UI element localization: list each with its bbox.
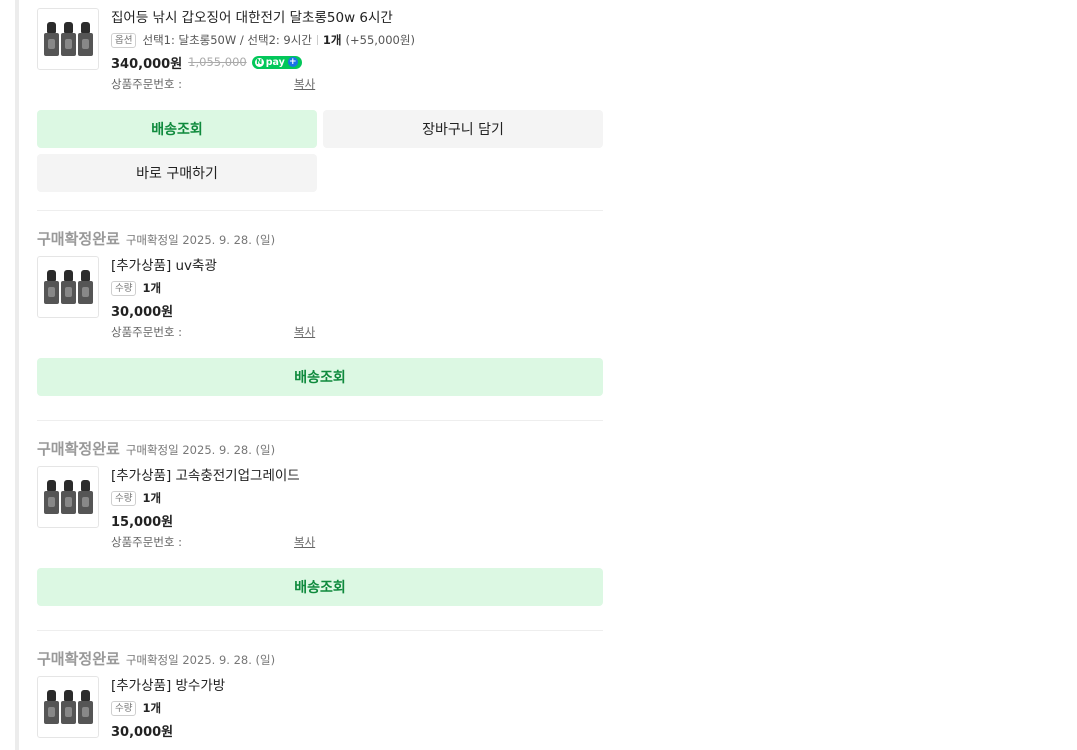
original-price: 1,055,000 [188,55,247,69]
quantity-tag: 수량 [111,700,137,716]
lamp-icon [43,690,59,724]
order-number-label: 상품주문번호 : [111,325,183,339]
lamp-icon [77,22,93,56]
order-item: [추가상품] uv축광 수량 1개 30,000원 상품주문번호 : 복사 [37,256,603,340]
price: 15,000원 [111,514,174,530]
product-thumbnail[interactable] [37,466,99,528]
npay-badge: N pay + [251,55,302,69]
quantity: 1개 [142,491,162,505]
order-status: 구매확정완료 [37,650,120,668]
lamp-icon [60,22,76,56]
lamp-icon [43,22,59,56]
product-thumbnail[interactable] [37,256,99,318]
price: 30,000원 [111,304,174,320]
order-number-row: 상품주문번호 : 복사 [111,534,315,550]
product-info: [추가상품] 고속충전기업그레이드 수량 1개 15,000원 상품주문번호 :… [111,466,315,550]
quantity-tag: 수량 [111,490,137,506]
track-delivery-button[interactable]: 배송조회 [37,358,603,396]
product-name[interactable]: [추가상품] 고속충전기업그레이드 [111,466,315,486]
product-info: 집어등 낚시 갑오징어 대한전기 달초롱50w 6시간 옵션 선택1: 달초롱5… [111,8,415,92]
action-buttons: 배송조회 장바구니 담기 [37,110,603,148]
quantity-row: 수량 1개 [111,488,315,508]
option-text: 선택1: 달초롱50W / 선택2: 9시간 [142,33,312,47]
lamp-icon [43,480,59,514]
order-number-label: 상품주문번호 : [111,535,183,549]
quantity-row: 수량 1개 [111,698,225,718]
option-extra: (+55,000원) [345,33,415,47]
lamp-icon [43,270,59,304]
action-buttons: 배송조회 [37,568,603,606]
quantity-row: 수량 1개 [111,278,315,298]
divider [37,420,603,421]
order-number-label: 상품주문번호 : [111,77,183,91]
track-delivery-button[interactable]: 배송조회 [37,568,603,606]
option-row: 옵션 선택1: 달초롱50W / 선택2: 9시간 1개 (+55,000원) [111,30,415,50]
product-name[interactable]: 집어등 낚시 갑오징어 대한전기 달초롱50w 6시간 [111,8,415,28]
order-list: 집어등 낚시 갑오징어 대한전기 달초롱50w 6시간 옵션 선택1: 달초롱5… [37,0,603,740]
price-row: 340,000원 1,055,000 N pay + [111,53,415,72]
order-status-row: 구매확정완료 구매확정일 2025. 9. 28. (일) [37,438,603,458]
divider [37,630,603,631]
buy-now-button[interactable]: 바로 구매하기 [37,154,317,192]
divider [316,35,318,45]
order-item: 집어등 낚시 갑오징어 대한전기 달초롱50w 6시간 옵션 선택1: 달초롱5… [37,8,603,92]
add-to-cart-button[interactable]: 장바구니 담기 [323,110,603,148]
copy-button[interactable]: 복사 [294,324,315,340]
confirm-date: 구매확정일 2025. 9. 28. (일) [125,443,276,457]
order-number-row: 상품주문번호 : 복사 [111,76,415,92]
order-item: [추가상품] 고속충전기업그레이드 수량 1개 15,000원 상품주문번호 :… [37,466,603,550]
lamp-icon [77,270,93,304]
order-status-row: 구매확정완료 구매확정일 2025. 9. 28. (일) [37,648,603,668]
price-row: 30,000원 [111,721,225,740]
lamp-icon [77,690,93,724]
quantity: 1개 [142,701,162,715]
price: 30,000원 [111,724,174,740]
order-status-row: 구매확정완료 구매확정일 2025. 9. 28. (일) [37,228,603,248]
product-info: [추가상품] 방수가방 수량 1개 30,000원 [111,676,225,740]
product-thumbnail[interactable] [37,8,99,70]
npay-label: pay [265,56,285,68]
product-thumbnail[interactable] [37,676,99,738]
quantity-tag: 수량 [111,280,137,296]
naver-n-icon: N [254,57,264,67]
order-item: [추가상품] 방수가방 수량 1개 30,000원 [37,676,603,740]
order-status: 구매확정완료 [37,440,120,458]
price-row: 15,000원 [111,511,315,530]
action-buttons: 바로 구매하기 [37,154,603,192]
copy-button[interactable]: 복사 [294,534,315,550]
product-name[interactable]: [추가상품] uv축광 [111,256,315,276]
track-delivery-button[interactable]: 배송조회 [37,110,317,148]
option-qty: 1개 [322,33,342,47]
copy-button[interactable]: 복사 [294,76,315,92]
option-tag: 옵션 [111,32,137,48]
lamp-icon [60,270,76,304]
price-row: 30,000원 [111,301,315,320]
product-name[interactable]: [추가상품] 방수가방 [111,676,225,696]
confirm-date: 구매확정일 2025. 9. 28. (일) [125,653,276,667]
divider [37,210,603,211]
lamp-icon [77,480,93,514]
lamp-icon [60,690,76,724]
left-border [15,0,19,750]
action-buttons: 배송조회 [37,358,603,396]
lamp-icon [60,480,76,514]
product-info: [추가상품] uv축광 수량 1개 30,000원 상품주문번호 : 복사 [111,256,315,340]
order-number-row: 상품주문번호 : 복사 [111,324,315,340]
plus-icon: + [287,57,298,67]
confirm-date: 구매확정일 2025. 9. 28. (일) [125,233,276,247]
quantity: 1개 [142,281,162,295]
order-status: 구매확정완료 [37,230,120,248]
price: 340,000원 [111,56,183,72]
